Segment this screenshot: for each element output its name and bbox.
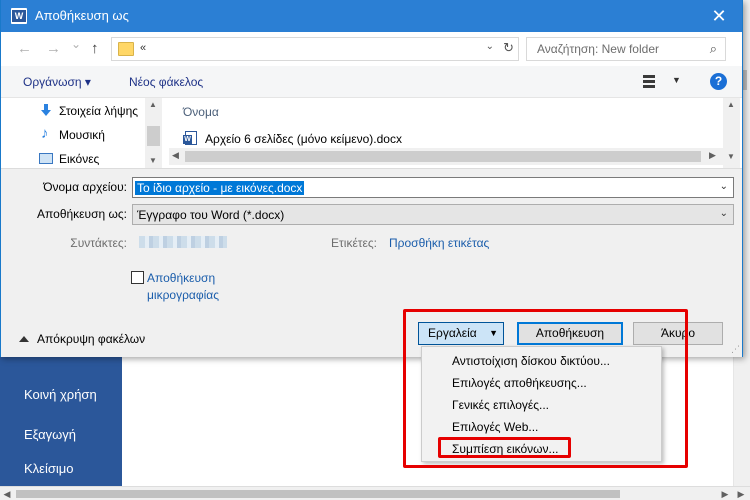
address-bar[interactable]: « ⌄ ↻ (111, 37, 519, 61)
navigation-pane: Στοιχεία λήψης ♪ Μουσική Εικόνες ▲ ▼ (1, 98, 162, 168)
recent-locations-chevron-icon[interactable]: ⌄ (71, 37, 81, 51)
address-text: « (140, 42, 147, 54)
scroll-up-arrow-icon[interactable]: ▲ (149, 100, 157, 109)
caret-up-icon (19, 336, 29, 342)
dialog-title: Αποθήκευση ως (35, 8, 129, 23)
scroll-down-arrow-icon[interactable]: ▼ (149, 156, 157, 165)
add-tag-link[interactable]: Προσθήκη ετικέτας (389, 236, 489, 250)
chevron-down-icon[interactable]: ▼ (672, 75, 681, 85)
scroll-left-arrow-icon[interactable]: ◀ (172, 150, 179, 161)
scroll-right-arrow-icon[interactable]: ▶ (718, 487, 732, 500)
chevron-down-icon[interactable]: ⌄ (486, 41, 494, 52)
scroll-left-arrow-icon[interactable]: ◀ (0, 487, 14, 500)
close-icon[interactable]: ✕ (696, 0, 742, 32)
tags-label: Ετικέτες: (331, 236, 377, 250)
scroll-thumb[interactable] (185, 151, 701, 162)
word-app-icon: W (11, 8, 27, 24)
backstage-item-close[interactable]: Κλείσιμο (24, 461, 74, 476)
navpane-item-music[interactable]: Μουσική (59, 128, 105, 142)
forward-arrow-icon[interactable]: → (46, 40, 61, 57)
save-thumbnail-checkbox[interactable] (131, 271, 144, 284)
scroll-right-arrow-icon[interactable]: ▶ (709, 150, 716, 161)
chevron-down-icon[interactable]: ⌄ (720, 181, 728, 192)
search-icon[interactable]: ⌕ (710, 41, 717, 57)
music-note-icon: ♪ (41, 125, 49, 142)
save-thumbnail-label-line2[interactable]: μικρογραφίας (147, 288, 219, 302)
refresh-icon[interactable]: ↻ (503, 40, 514, 56)
navpane-item-pictures[interactable]: Εικόνες (59, 152, 99, 166)
pictures-icon (39, 153, 53, 164)
filename-field[interactable]: Το ίδιο αρχείο - με εικόνες.docx ⌄ (132, 177, 734, 198)
savetype-select[interactable]: Έγγραφο του Word (*.docx) ⌄ (132, 204, 734, 225)
scroll-down-arrow-icon[interactable]: ▼ (727, 152, 735, 161)
new-folder-button[interactable]: Νέος φάκελος (129, 75, 203, 89)
dialog-titlebar[interactable]: W Αποθήκευση ως ✕ (1, 0, 742, 32)
save-as-dialog: W Αποθήκευση ως ✕ ← → ⌄ ↑ « ⌄ ↻ Αναζήτησ… (0, 0, 743, 357)
filelist-horizontal-scrollbar[interactable]: ◀ ▶ (169, 148, 723, 165)
view-options-icon[interactable] (643, 74, 657, 88)
navpane-item-downloads[interactable]: Στοιχεία λήψης (59, 104, 138, 118)
backstage-horizontal-scrollbar[interactable]: ◀ ▶ ▶ (0, 486, 750, 500)
up-arrow-icon[interactable]: ↑ (91, 40, 99, 57)
filename-value: Το ίδιο αρχείο - με εικόνες.docx (135, 181, 305, 195)
scroll-up-arrow-icon[interactable]: ▲ (727, 100, 735, 109)
chevron-down-icon[interactable]: ⌄ (720, 208, 728, 219)
authors-label: Συντάκτες: (70, 236, 127, 250)
organize-menu-button[interactable]: Οργάνωση ▾ (23, 75, 91, 89)
scroll-right-arrow-icon[interactable]: ▶ (734, 487, 748, 500)
backstage-item-share[interactable]: Κοινή χρήση (24, 387, 97, 402)
filename-label: Όνομα αρχείου: (43, 180, 127, 194)
back-arrow-icon[interactable]: ← (17, 40, 32, 57)
download-arrow-icon (41, 104, 51, 116)
hide-folders-label: Απόκρυψη φακέλων (37, 332, 146, 346)
navpane-scrollbar[interactable]: ▲ ▼ (145, 98, 162, 168)
file-item[interactable]: Αρχείο 6 σελίδες (μόνο κείμενο).docx (205, 132, 402, 146)
dialog-toolbar: Οργάνωση ▾ Νέος φάκελος ▼ ? (1, 66, 742, 98)
save-thumbnail-label-line1[interactable]: Αποθήκευση (147, 271, 215, 285)
scroll-thumb[interactable] (147, 126, 160, 146)
savetype-value: Έγγραφο του Word (*.docx) (137, 208, 285, 222)
scroll-thumb[interactable] (16, 490, 620, 498)
folder-icon (118, 42, 134, 56)
filelist-vertical-scrollbar[interactable]: ▲ ▼ (723, 98, 740, 168)
word-document-icon (183, 131, 197, 145)
resize-grip-icon[interactable]: ⋰ (731, 344, 740, 355)
help-icon[interactable]: ? (710, 73, 727, 90)
backstage-item-export[interactable]: Εξαγωγή (24, 427, 76, 442)
navigation-row: ← → ⌄ ↑ « ⌄ ↻ Αναζήτηση: New folder ⌕ (1, 32, 742, 66)
authors-value-redacted[interactable] (139, 236, 227, 248)
column-header-name[interactable]: Όνομα (183, 105, 219, 119)
annotation-highlight-box (438, 437, 571, 458)
search-input[interactable]: Αναζήτηση: New folder ⌕ (526, 37, 726, 61)
savetype-label: Αποθήκευση ως: (37, 207, 127, 221)
hide-folders-toggle[interactable]: Απόκρυψη φακέλων (19, 332, 145, 346)
search-placeholder: Αναζήτηση: New folder (537, 42, 659, 56)
